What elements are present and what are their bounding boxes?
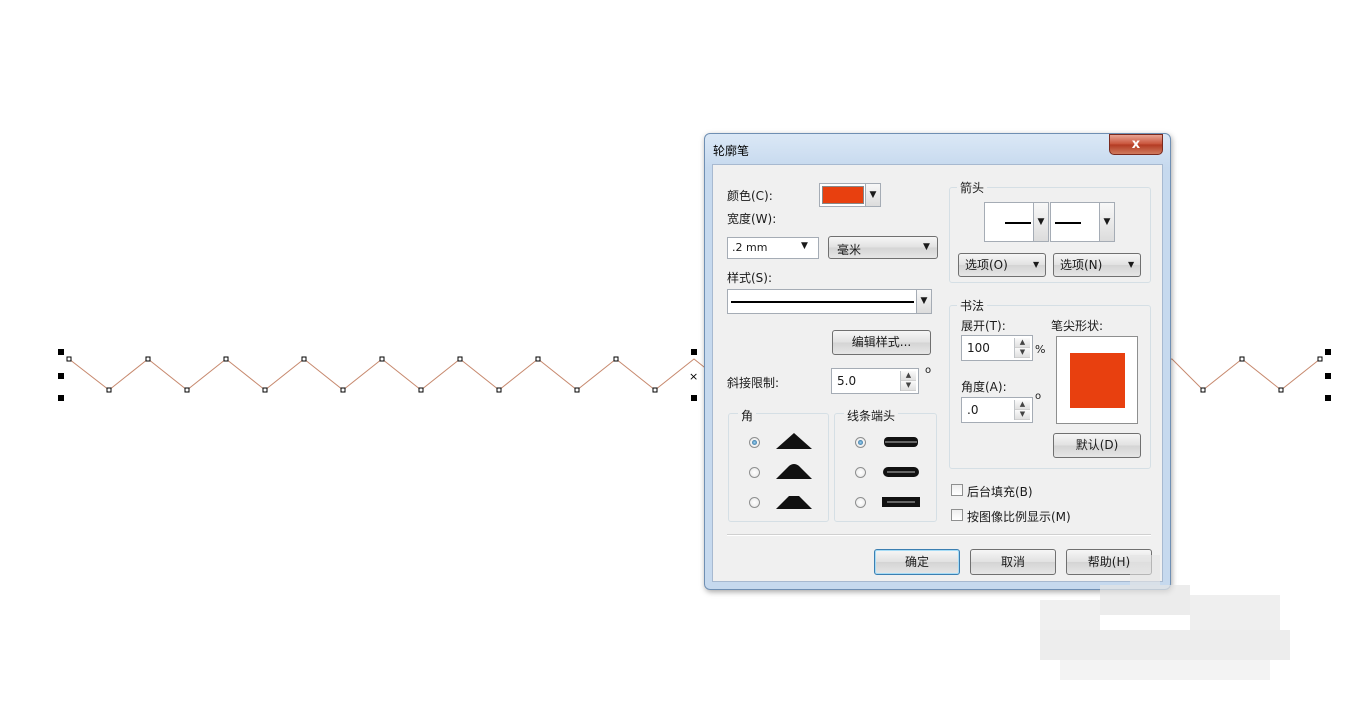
nib-shape-label: 笔尖形状: [1051, 319, 1104, 333]
arrow-options-right-button[interactable]: 选项(N) ▼ [1053, 253, 1141, 277]
bevel-corner-icon [776, 496, 812, 509]
end-arrow-select[interactable]: ▼ [1050, 202, 1115, 242]
corner-bevel-radio[interactable] [749, 497, 760, 508]
angle-input[interactable]: .0 ▲ ▼ [961, 397, 1033, 423]
color-swatch [822, 186, 864, 204]
start-arrow-select[interactable]: ▼ [984, 202, 1049, 242]
line-style-preview [731, 301, 914, 303]
ok-button[interactable]: 确定 [874, 549, 960, 575]
miter-corner-icon [776, 433, 812, 449]
width-value: .2 mm [732, 241, 768, 254]
corner-miter-radio[interactable] [749, 437, 760, 448]
default-button[interactable]: 默认(D) [1053, 433, 1141, 458]
edit-style-button[interactable]: 编辑样式... [832, 330, 931, 355]
chevron-down-icon: ▼ [1099, 203, 1114, 241]
arrow-options-right-label: 选项(N) [1060, 258, 1103, 272]
button-separator [727, 534, 1151, 536]
linecap-square-radio[interactable] [855, 497, 866, 508]
stretch-label: 展开(T): [961, 319, 1006, 333]
chevron-down-icon: ▼ [1128, 260, 1135, 269]
cancel-button[interactable]: 取消 [970, 549, 1056, 575]
miter-limit-input[interactable]: 5.0 ▲ ▼ [831, 368, 919, 394]
butt-cap-icon [884, 437, 918, 447]
corner-group-label: 角 [738, 407, 757, 424]
start-arrow-preview [1005, 222, 1031, 224]
round-corner-icon [776, 464, 812, 479]
color-label: 颜色(C): [727, 189, 773, 203]
behind-fill-label: 后台填充(B) [967, 485, 1033, 499]
width-label: 宽度(W): [727, 212, 777, 226]
style-label: 样式(S): [727, 271, 773, 285]
end-arrow-preview [1055, 222, 1081, 224]
dialog-client-area: 颜色(C): ▼ 宽度(W): .2 mm ▼ 毫米 ▼ 样式(S): ▼ 编辑… [712, 164, 1163, 582]
chevron-down-icon: ▼ [916, 290, 931, 313]
chevron-down-icon: ▼ [1033, 260, 1040, 269]
chevron-down-icon: ▼ [801, 241, 808, 251]
angle-value: .0 [967, 403, 979, 417]
linecap-round-radio[interactable] [855, 467, 866, 478]
behind-fill-checkbox[interactable] [951, 484, 963, 496]
miter-limit-value: 5.0 [837, 374, 857, 388]
round-cap-icon [883, 467, 919, 477]
center-mark-icon: × [689, 370, 698, 383]
line-style-select[interactable]: ▼ [727, 289, 932, 314]
degree-symbol: o [925, 365, 932, 376]
unit-value: 毫米 [837, 243, 862, 257]
scale-with-image-checkbox[interactable] [951, 509, 963, 521]
angle-label: 角度(A): [961, 380, 1007, 394]
chevron-down-icon: ▼ [1033, 203, 1048, 241]
miter-limit-label: 斜接限制: [727, 376, 780, 390]
dialog-title: 轮廓笔 [713, 144, 750, 158]
angle-degree-symbol: o [1035, 391, 1042, 402]
angle-spinner[interactable]: ▲ ▼ [1014, 400, 1030, 420]
unit-select[interactable]: 毫米 ▼ [828, 236, 938, 259]
color-picker[interactable]: ▼ [819, 183, 881, 207]
close-button[interactable]: x [1109, 134, 1163, 155]
scale-with-image-label: 按图像比例显示(M) [967, 510, 1071, 524]
linecap-butt-radio[interactable] [855, 437, 866, 448]
calligraphy-group-label: 书法 [957, 297, 988, 314]
nib-shape-preview[interactable] [1056, 336, 1138, 424]
stretch-spinner[interactable]: ▲ ▼ [1014, 338, 1030, 358]
stretch-value: 100 [967, 341, 990, 355]
chevron-down-icon: ▼ [865, 184, 880, 206]
linecap-group-label: 线条端头 [844, 407, 899, 424]
nib-shape-square [1070, 353, 1125, 408]
arrowheads-group-label: 箭头 [957, 179, 988, 196]
chevron-down-icon: ▼ [923, 242, 930, 252]
outline-pen-dialog: 轮廓笔 x 颜色(C): ▼ 宽度(W): .2 mm ▼ 毫米 ▼ 样式(S)… [704, 133, 1171, 590]
miter-spinner[interactable]: ▲ ▼ [900, 371, 916, 391]
percent-symbol: % [1035, 343, 1046, 356]
stretch-input[interactable]: 100 ▲ ▼ [961, 335, 1033, 361]
corner-round-radio[interactable] [749, 467, 760, 478]
square-cap-icon [882, 497, 920, 507]
arrow-options-left-label: 选项(O) [965, 258, 1008, 272]
arrow-options-left-button[interactable]: 选项(O) ▼ [958, 253, 1046, 277]
width-select[interactable]: .2 mm ▼ [727, 237, 819, 259]
